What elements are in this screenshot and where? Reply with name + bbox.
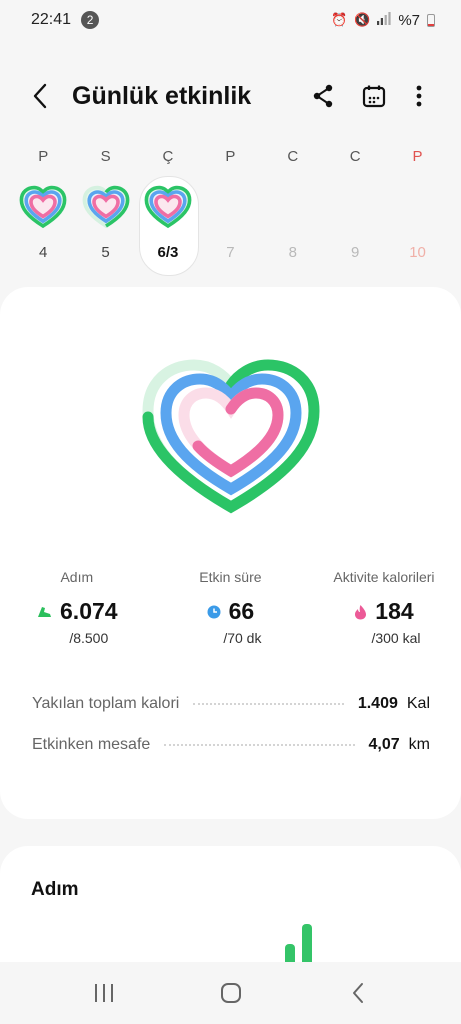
home-button[interactable]: [201, 968, 261, 1018]
steps-goal: /8.500: [69, 630, 109, 646]
distance-unit: km: [408, 736, 430, 753]
notification-count-badge: 2: [81, 11, 100, 29]
day-number: 6/3: [157, 244, 179, 261]
total-calories-value: 1.409: [357, 695, 398, 712]
share-icon: [313, 84, 333, 108]
day-item[interactable]: P 10: [386, 142, 448, 261]
day-number: 4: [39, 244, 48, 261]
shoe-icon: [38, 606, 52, 617]
calendar-button[interactable]: [356, 76, 392, 116]
back-nav-button[interactable]: [328, 968, 388, 1018]
more-options-button[interactable]: [401, 76, 437, 116]
back-button[interactable]: [26, 76, 54, 116]
activity-ring-icon: [144, 185, 192, 229]
battery-percent: %7: [398, 11, 420, 29]
active-time-goal: /70 dk: [223, 630, 262, 646]
day-item[interactable]: P 4: [12, 142, 74, 261]
app-header: Günlük etkinlik: [0, 70, 461, 122]
steps-card-title: Adım: [31, 879, 79, 900]
day-number: 7: [226, 244, 235, 261]
distance-value: 4,07: [368, 736, 400, 753]
calories-value: 184: [375, 598, 414, 624]
steps-chart-bar: [302, 924, 312, 964]
mute-icon: 🔇: [354, 12, 371, 27]
total-calories-label: Yakılan toplam kalori: [32, 695, 180, 712]
recent-apps-icon: [94, 984, 113, 1002]
clock: 22:41: [31, 11, 72, 28]
steps-value: 6.074: [60, 598, 118, 624]
day-item[interactable]: C 9: [324, 142, 386, 261]
day-item[interactable]: C 8: [262, 142, 324, 261]
status-icons: ⏰ 🔇 %7: [330, 11, 435, 29]
signal-icon: [377, 11, 391, 29]
page-title: Günlük etkinlik: [72, 81, 252, 110]
steps-label: Adım: [60, 569, 94, 585]
steps-chart-bar: [285, 944, 295, 964]
day-number: 10: [409, 244, 426, 261]
distance-row: Etkinken mesafe 4,07 km: [32, 736, 430, 754]
activity-heart-rings-icon: [142, 359, 320, 514]
active-time-label: Etkin süre: [199, 569, 262, 585]
home-icon: [220, 983, 241, 1003]
battery-icon: [427, 13, 435, 27]
day-number: 8: [288, 244, 297, 261]
total-calories-unit: Kal: [406, 695, 430, 712]
day-number: 9: [350, 244, 360, 261]
day-letter: P: [38, 148, 49, 165]
week-selector: P 4 S 5 Ç 6/3 P 7 C 8 C 9 P 10: [12, 142, 449, 276]
activity-summary-card: Adım 6.074 /8.500 Etkin süre 66 /70 dk A…: [0, 287, 461, 819]
activity-ring-icon: [19, 185, 67, 229]
day-letter: Ç: [162, 148, 174, 165]
calories-label: Aktivite kalorileri: [333, 569, 435, 585]
day-letter: P: [412, 148, 423, 165]
calories-stat[interactable]: Aktivite kalorileri 184 /300 kal: [307, 569, 461, 646]
active-time-stat[interactable]: Etkin süre 66 /70 dk: [154, 569, 308, 646]
distance-label: Etkinken mesafe: [32, 736, 151, 753]
share-button[interactable]: [305, 76, 341, 116]
activity-stats: Adım 6.074 /8.500 Etkin süre 66 /70 dk A…: [0, 569, 461, 646]
day-number: 5: [101, 244, 110, 261]
system-navigation-bar: [0, 962, 461, 1024]
back-nav-icon: [352, 983, 363, 1003]
dotted-leader: [164, 744, 355, 746]
day-letter: C: [349, 148, 361, 165]
flame-icon: [355, 604, 367, 619]
steps-stat[interactable]: Adım 6.074 /8.500: [0, 569, 154, 646]
more-vertical-icon: [416, 85, 422, 107]
calendar-icon: [362, 85, 386, 108]
day-item-selected[interactable]: Ç 6/3: [137, 142, 200, 276]
day-letter: S: [100, 148, 111, 165]
alarm-icon: ⏰: [330, 12, 348, 27]
calories-goal: /300 kal: [371, 630, 421, 646]
dotted-leader: [193, 703, 344, 705]
status-bar: 22:41 2 ⏰ 🔇 %7: [0, 0, 461, 40]
activity-ring-icon: [82, 185, 129, 229]
day-item[interactable]: S 5: [74, 142, 136, 261]
day-letter: P: [225, 148, 236, 165]
active-time-value: 66: [228, 598, 255, 624]
total-calories-row: Yakılan toplam kalori 1.409 Kal: [32, 695, 430, 713]
clock-icon: [207, 605, 221, 618]
day-letter: C: [287, 148, 299, 165]
chevron-left-icon: [33, 83, 47, 109]
day-item[interactable]: P 7: [199, 142, 261, 261]
recent-apps-button[interactable]: [74, 968, 134, 1018]
